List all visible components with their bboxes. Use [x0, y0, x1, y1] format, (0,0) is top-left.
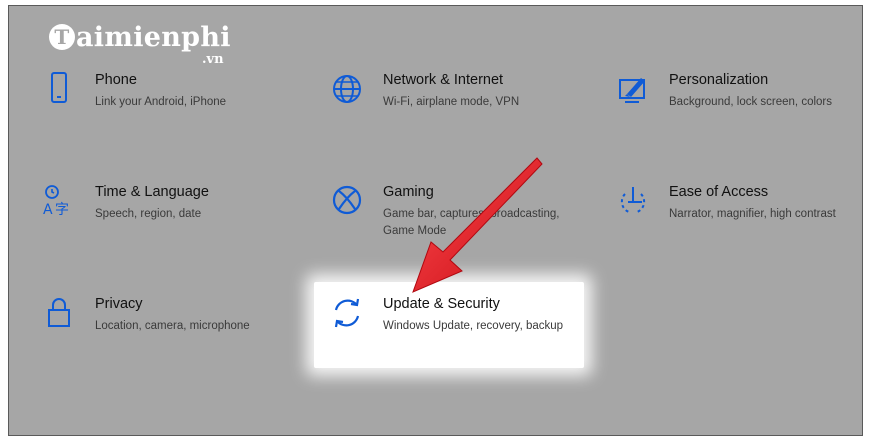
- tile-personalization[interactable]: Personalization Background, lock screen,…: [617, 72, 870, 142]
- tile-desc: Location, camera, microphone: [95, 320, 250, 332]
- tile-title: Time & Language: [95, 184, 209, 200]
- lock-icon: [43, 296, 75, 330]
- logo-domain: .vn: [202, 52, 224, 67]
- tile-update-security[interactable]: Update & Security Windows Update, recove…: [331, 296, 586, 366]
- logo-badge: T: [49, 24, 75, 50]
- tile-desc: Speech, region, date: [95, 208, 202, 220]
- tile-title: Network & Internet: [383, 72, 504, 88]
- tile-gaming[interactable]: Gaming Game bar, captures, broadcasting,…: [331, 184, 586, 254]
- personalization-icon: [617, 72, 649, 106]
- logo-text: aimienphi: [76, 22, 231, 53]
- tile-title: Gaming: [383, 184, 434, 200]
- svg-text:字: 字: [55, 202, 69, 218]
- tile-title: Phone: [95, 72, 137, 88]
- tile-desc: Wi-Fi, airplane mode, VPN: [383, 96, 520, 108]
- tile-title: Update & Security: [383, 296, 500, 312]
- tile-desc: Background, lock screen, colors: [669, 96, 832, 108]
- tile-desc: Link your Android, iPhone: [95, 96, 227, 108]
- xbox-icon: [331, 184, 363, 218]
- tile-phone[interactable]: Phone Link your Android, iPhone: [43, 72, 298, 142]
- tile-desc: Windows Update, recovery, backup: [383, 320, 564, 332]
- tile-title: Personalization: [669, 72, 769, 88]
- time-language-icon: A 字: [43, 184, 75, 218]
- tile-network-internet[interactable]: Network & Internet Wi-Fi, airplane mode,…: [331, 72, 586, 142]
- sync-icon: [331, 296, 363, 330]
- phone-icon: [43, 72, 75, 106]
- watermark-logo: Taimienphi: [49, 24, 231, 51]
- tile-desc: Narrator, magnifier, high contrast: [669, 208, 836, 220]
- tile-title: Ease of Access: [669, 184, 769, 200]
- settings-window: Taimienphi .vn Phone Link your Android, …: [8, 5, 863, 436]
- svg-text:A: A: [43, 202, 53, 218]
- tile-ease-of-access[interactable]: Ease of Access Narrator, magnifier, high…: [617, 184, 870, 254]
- globe-icon: [331, 72, 363, 106]
- tile-privacy[interactable]: Privacy Location, camera, microphone: [43, 296, 298, 366]
- tile-time-language[interactable]: A 字 Time & Language Speech, region, date: [43, 184, 298, 254]
- ease-of-access-icon: [617, 184, 649, 218]
- tile-desc: Game bar, captures, broadcasting, Game M…: [383, 208, 560, 237]
- tile-title: Privacy: [95, 296, 143, 312]
